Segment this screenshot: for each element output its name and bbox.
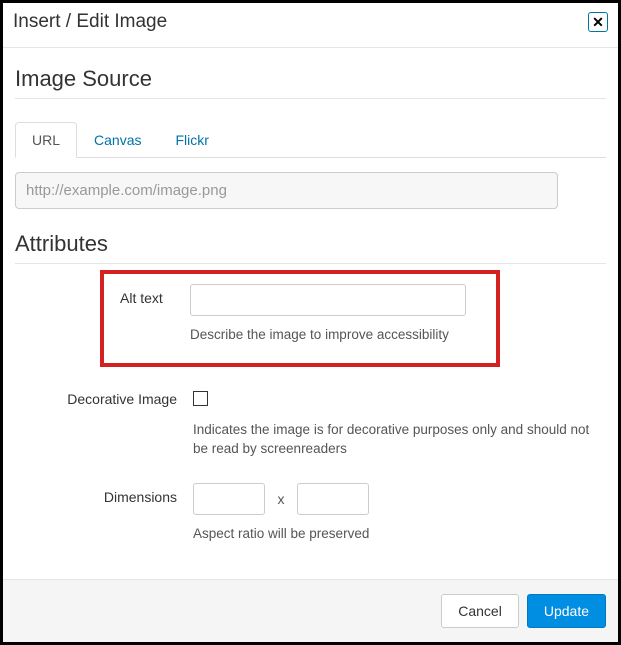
dimension-width-input[interactable] bbox=[193, 483, 265, 515]
close-button[interactable]: ✕ bbox=[588, 12, 608, 32]
tab-url[interactable]: URL bbox=[15, 122, 77, 158]
alt-text-row: Alt text Describe the image to improve a… bbox=[110, 284, 478, 345]
dialog-body: Image Source URL Canvas Flickr Attribute… bbox=[3, 48, 618, 579]
dialog-title: Insert / Edit Image bbox=[13, 11, 167, 33]
alt-text-hint: Describe the image to improve accessibil… bbox=[190, 326, 478, 345]
source-tabs: URL Canvas Flickr bbox=[15, 121, 606, 158]
image-url-input[interactable] bbox=[15, 172, 558, 209]
image-source-heading: Image Source bbox=[15, 66, 606, 99]
decorative-image-label: Decorative Image bbox=[15, 385, 193, 407]
dialog-titlebar: Insert / Edit Image ✕ bbox=[3, 3, 618, 48]
decorative-image-row: Decorative Image Indicates the image is … bbox=[15, 381, 606, 459]
dimensions-row: Dimensions x Aspect ratio will be preser… bbox=[15, 483, 606, 544]
alt-text-input[interactable] bbox=[190, 284, 466, 316]
alt-text-label: Alt text bbox=[110, 284, 190, 306]
attributes-heading: Attributes bbox=[15, 231, 606, 264]
dimensions-hint: Aspect ratio will be preserved bbox=[193, 525, 606, 544]
close-icon: ✕ bbox=[592, 15, 604, 29]
dimensions-body: x Aspect ratio will be preserved bbox=[193, 483, 606, 544]
dimension-height-input[interactable] bbox=[297, 483, 369, 515]
decorative-image-checkbox[interactable] bbox=[193, 391, 208, 406]
update-button[interactable]: Update bbox=[527, 594, 606, 628]
attributes-rows: Alt text Describe the image to improve a… bbox=[15, 270, 606, 544]
decorative-image-hint: Indicates the image is for decorative pu… bbox=[193, 421, 593, 459]
dialog-footer: Cancel Update bbox=[3, 579, 618, 642]
alt-text-body: Describe the image to improve accessibil… bbox=[190, 284, 478, 345]
dimensions-separator: x bbox=[269, 491, 292, 507]
alt-text-highlight: Alt text Describe the image to improve a… bbox=[100, 270, 500, 367]
tab-canvas[interactable]: Canvas bbox=[77, 122, 158, 158]
cancel-button[interactable]: Cancel bbox=[441, 594, 519, 628]
dimensions-label: Dimensions bbox=[15, 483, 193, 505]
tab-flickr[interactable]: Flickr bbox=[158, 122, 225, 158]
decorative-image-body: Indicates the image is for decorative pu… bbox=[193, 385, 606, 459]
attributes-section: Attributes Alt text Describe the image t… bbox=[15, 231, 606, 544]
insert-edit-image-dialog: Insert / Edit Image ✕ Image Source URL C… bbox=[0, 0, 621, 645]
